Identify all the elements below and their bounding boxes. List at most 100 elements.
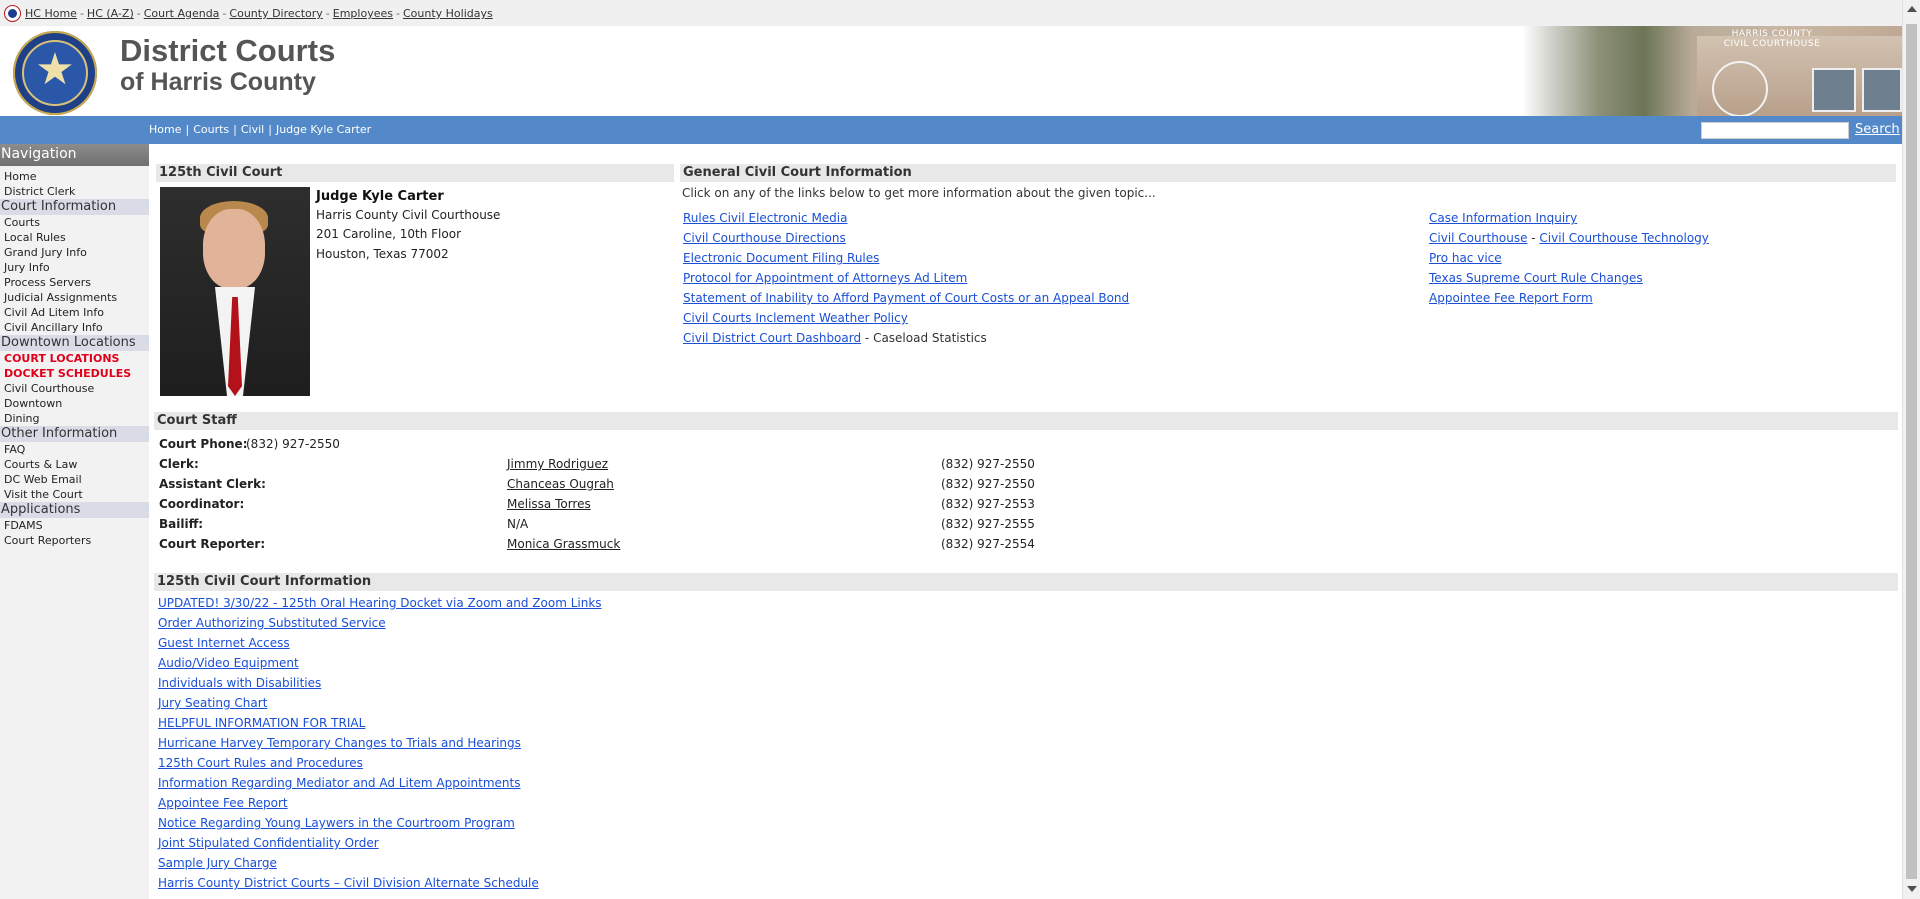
judge-address-line1: Harris County Civil Courthouse	[316, 208, 501, 222]
sidebar-section-applications: Applications	[0, 502, 149, 518]
breadcrumb-home[interactable]: Home	[149, 123, 181, 136]
info-link-hurricane-harvey-changes[interactable]: Hurricane Harvey Temporary Changes to Tr…	[158, 736, 521, 750]
site-title-line1: District Courts	[120, 33, 336, 68]
staff-phone: (832) 927-2553	[941, 497, 1035, 511]
sidebar-item-judicial-assignments[interactable]: Judicial Assignments	[0, 290, 149, 305]
info-link-alternate-schedule[interactable]: Harris County District Courts – Civil Di…	[158, 876, 539, 890]
district-courts-seal-icon[interactable]: ★	[13, 31, 97, 115]
staff-name-link[interactable]: Jimmy Rodriguez	[507, 457, 608, 471]
link-civil-courthouse[interactable]: Civil Courthouse	[1429, 231, 1527, 245]
judge-address-line2: 201 Caroline, 10th Floor	[316, 227, 461, 241]
staff-role: Bailiff:	[159, 517, 204, 531]
staff-role: Court Reporter:	[159, 537, 266, 551]
link-civil-courthouse-directions[interactable]: Civil Courthouse Directions	[683, 231, 846, 245]
scroll-up-icon[interactable]	[1907, 6, 1917, 12]
breadcrumb-courts[interactable]: Courts	[193, 123, 229, 136]
court-phone-label: Court Phone:	[159, 437, 248, 451]
info-link-oral-hearing-docket[interactable]: UPDATED! 3/30/22 - 125th Oral Hearing Do…	[158, 596, 602, 610]
sidebar-item-grand-jury-info[interactable]: Grand Jury Info	[0, 245, 149, 260]
dashboard-suffix: - Caseload Statistics	[861, 331, 987, 345]
judge-address-line3: Houston, Texas 77002	[316, 247, 449, 261]
info-link-helpful-information-for-trial[interactable]: HELPFUL INFORMATION FOR TRIAL	[158, 716, 365, 730]
info-link-young-lawyers-program[interactable]: Notice Regarding Young Laywers in the Co…	[158, 816, 515, 830]
link-texas-supreme-court-rule-changes[interactable]: Texas Supreme Court Rule Changes	[1429, 271, 1643, 285]
info-link-guest-internet-access[interactable]: Guest Internet Access	[158, 636, 290, 650]
sidebar-item-process-servers[interactable]: Process Servers	[0, 275, 149, 290]
page-scrollbar[interactable]	[1902, 0, 1920, 899]
top-link-county-holidays[interactable]: County Holidays	[403, 7, 493, 20]
sidebar-item-court-locations[interactable]: COURT LOCATIONS	[0, 351, 149, 366]
scrollbar-thumb[interactable]	[1906, 24, 1917, 879]
sidebar-item-courts[interactable]: Courts	[0, 215, 149, 230]
staff-phone: (832) 927-2555	[941, 517, 1035, 531]
site-header: ★ District Courts of Harris County HARRI…	[0, 26, 1902, 116]
link-civil-courthouse-technology[interactable]: Civil Courthouse Technology	[1539, 231, 1708, 245]
top-link-county-directory[interactable]: County Directory	[229, 7, 322, 20]
info-link-mediator-ad-litem-appointments[interactable]: Information Regarding Mediator and Ad Li…	[158, 776, 520, 790]
sidebar-item-courts-law[interactable]: Courts & Law	[0, 457, 149, 472]
link-case-information-inquiry[interactable]: Case Information Inquiry	[1429, 211, 1577, 225]
sidebar-item-district-clerk[interactable]: District Clerk	[0, 184, 149, 199]
sidebar-item-dining[interactable]: Dining	[0, 411, 149, 426]
info-link-confidentiality-order[interactable]: Joint Stipulated Confidentiality Order	[158, 836, 379, 850]
link-electronic-document-filing-rules[interactable]: Electronic Document Filing Rules	[683, 251, 879, 265]
sidebar-item-faq[interactable]: FAQ	[0, 442, 149, 457]
scroll-down-icon[interactable]	[1907, 886, 1917, 892]
sidebar-item-local-rules[interactable]: Local Rules	[0, 230, 149, 245]
staff-name-link[interactable]: Monica Grassmuck	[507, 537, 620, 551]
top-bar: HC Home - HC (A-Z) - Court Agenda - County Dir…	[0, 0, 1902, 26]
info-link-appointee-fee-report[interactable]: Appointee Fee Report	[158, 796, 288, 810]
info-link-sample-jury-charge[interactable]: Sample Jury Charge	[158, 856, 277, 870]
sidebar-item-docket-schedules[interactable]: DOCKET SCHEDULES	[0, 366, 149, 381]
site-title-line2: of Harris County	[120, 68, 316, 96]
link-civil-district-court-dashboard[interactable]: Civil District Court Dashboard	[683, 331, 861, 345]
sidebar-item-court-reporters[interactable]: Court Reporters	[0, 533, 149, 548]
court-staff-heading: Court Staff	[154, 412, 1898, 430]
court-box: 125th Civil Court Judge Kyle Carter Harr…	[156, 164, 674, 399]
breadcrumb-bar: Home | Courts | Civil | Judge Kyle Carter Sear…	[0, 116, 1902, 144]
info-link-substituted-service[interactable]: Order Authorizing Substituted Service	[158, 616, 386, 630]
breadcrumb-judge[interactable]: Judge Kyle Carter	[276, 123, 371, 136]
info-link-court-rules-and-procedures[interactable]: 125th Court Rules and Procedures	[158, 756, 363, 770]
search-button[interactable]: Search	[1855, 122, 1900, 137]
courthouse-photo: HARRIS COUNTY CIVIL COURTHOUSE	[1522, 26, 1902, 116]
info-link-jury-seating-chart[interactable]: Jury Seating Chart	[158, 696, 267, 710]
link-appointee-fee-report-form[interactable]: Appointee Fee Report Form	[1429, 291, 1593, 305]
breadcrumb-civil[interactable]: Civil	[241, 123, 264, 136]
link-protocol-attorneys-ad-litem[interactable]: Protocol for Appointment of Attorneys Ad…	[683, 271, 967, 285]
link-rules-civil-electronic-media[interactable]: Rules Civil Electronic Media	[683, 211, 848, 225]
sidebar-item-civil-courthouse[interactable]: Civil Courthouse	[0, 381, 149, 396]
top-link-hc-a-z[interactable]: HC (A-Z)	[87, 7, 134, 20]
sidebar-item-civil-ancillary-info[interactable]: Civil Ancillary Info	[0, 320, 149, 335]
top-link-employees[interactable]: Employees	[333, 7, 393, 20]
top-links: HC Home - HC (A-Z) - Court Agenda - County Dir…	[25, 7, 493, 20]
harris-county-logo-icon[interactable]	[4, 5, 21, 22]
photo-caption-line2: CIVIL COURTHOUSE	[1723, 39, 1821, 49]
sidebar-item-downtown[interactable]: Downtown	[0, 396, 149, 411]
sidebar-item-jury-info[interactable]: Jury Info	[0, 260, 149, 275]
link-pro-hac-vice[interactable]: Pro hac vice	[1429, 251, 1502, 265]
info-link-audio-video-equipment[interactable]: Audio/Video Equipment	[158, 656, 299, 670]
dashboard-line: Civil District Court Dashboard - Caseloa…	[683, 331, 987, 345]
sidebar-item-civil-ad-litem-info[interactable]: Civil Ad Litem Info	[0, 305, 149, 320]
general-info-intro: Click on any of the links below to get m…	[682, 186, 1156, 200]
link-inclement-weather-policy[interactable]: Civil Courts Inclement Weather Policy	[683, 311, 908, 325]
staff-role: Assistant Clerk:	[159, 477, 266, 491]
sidebar-item-fdams[interactable]: FDAMS	[0, 518, 149, 533]
search-input[interactable]	[1701, 122, 1849, 139]
staff-phone: (832) 927-2554	[941, 537, 1035, 551]
top-link-hc-home[interactable]: HC Home	[25, 7, 77, 20]
breadcrumb: Home | Courts | Civil | Judge Kyle Carter	[149, 123, 372, 136]
sidebar-section-court-information: Court Information	[0, 199, 149, 215]
sidebar-item-dc-web-email[interactable]: DC Web Email	[0, 472, 149, 487]
court-phone-value: (832) 927-2550	[246, 437, 340, 451]
staff-name-link[interactable]: Chanceas Ougrah	[507, 477, 614, 491]
info-link-individuals-with-disabilities[interactable]: Individuals with Disabilities	[158, 676, 321, 690]
top-link-court-agenda[interactable]: Court Agenda	[144, 7, 220, 20]
courthouse-emblem-icon	[1712, 61, 1768, 116]
sidebar-item-visit-the-court[interactable]: Visit the Court	[0, 487, 149, 502]
staff-name-link[interactable]: Melissa Torres	[507, 497, 591, 511]
sidebar-item-home[interactable]: Home	[0, 169, 149, 184]
sidebar-section-other-information: Other Information	[0, 426, 149, 442]
link-statement-of-inability[interactable]: Statement of Inability to Afford Payment…	[683, 291, 1129, 305]
